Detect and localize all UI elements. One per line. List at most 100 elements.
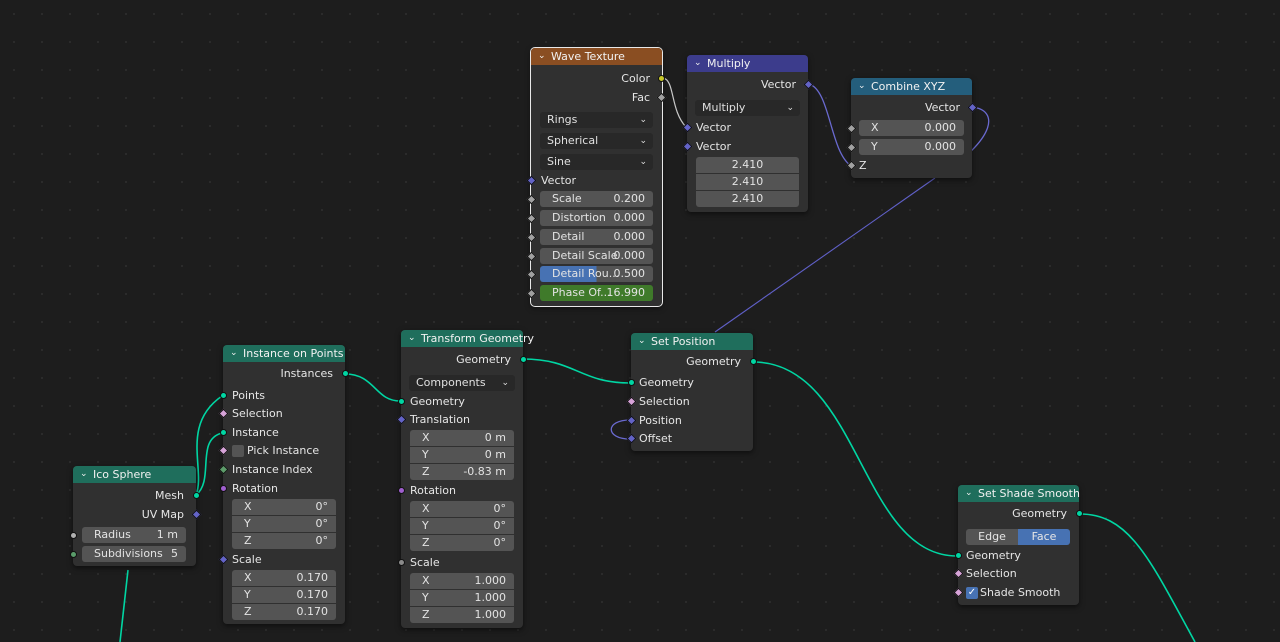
- translation-socket-icon[interactable]: [396, 414, 407, 425]
- distortion-socket-icon[interactable]: [526, 213, 537, 224]
- instance-on-points-node[interactable]: ⌄ Instance on Points Instances Points Sel…: [218, 345, 349, 624]
- selection-socket-icon[interactable]: [953, 568, 964, 579]
- rotation-y-field[interactable]: Y 0°: [410, 518, 514, 534]
- wave-type-dropdown[interactable]: Rings ⌄: [540, 112, 653, 128]
- color-socket-icon[interactable]: [656, 73, 667, 84]
- x-field[interactable]: X 0.000: [859, 120, 964, 136]
- scale-x-field[interactable]: X 1.000: [410, 573, 514, 589]
- wave-profile-dropdown[interactable]: Spherical ⌄: [540, 133, 653, 149]
- vector-y-field[interactable]: 2.410: [696, 174, 799, 190]
- rotation-x-field[interactable]: X 0°: [232, 499, 336, 515]
- translation-z-field[interactable]: Z -0.83 m: [410, 464, 514, 480]
- ico-sphere-header[interactable]: ⌄ Ico Sphere: [73, 466, 196, 483]
- radius-field[interactable]: Radius 1 m: [82, 527, 186, 543]
- geometry-in-socket-icon[interactable]: [628, 379, 635, 386]
- geometry-out-socket-icon[interactable]: [1076, 510, 1083, 517]
- instance-socket-icon[interactable]: [220, 429, 227, 436]
- detail-scale-field[interactable]: Detail Scale 0.000: [540, 248, 653, 264]
- collapse-chevron-icon[interactable]: ⌄: [538, 48, 546, 65]
- rotation-z-field[interactable]: Z 0°: [232, 533, 336, 549]
- shade-smooth-checkbox[interactable]: ✓: [966, 587, 978, 599]
- set-shade-smooth-node[interactable]: ⌄ Set Shade Smooth Geometry Edge Face Geo…: [953, 485, 1083, 605]
- vector-in-socket-icon[interactable]: [682, 122, 693, 133]
- instance-on-points-header[interactable]: ⌄ Instance on Points: [223, 345, 345, 362]
- collapse-chevron-icon[interactable]: ⌄: [408, 330, 416, 347]
- radius-socket-icon[interactable]: [70, 532, 77, 539]
- scale-z-field[interactable]: Z 0.170: [232, 604, 336, 620]
- collapse-chevron-icon[interactable]: ⌄: [638, 333, 646, 350]
- vector-z-field[interactable]: 2.410: [696, 191, 799, 207]
- collapse-chevron-icon[interactable]: ⌄: [694, 55, 702, 72]
- scale-socket-icon[interactable]: [398, 559, 405, 566]
- scale-y-field[interactable]: Y 1.000: [410, 590, 514, 606]
- multiply-node[interactable]: ⌄ Multiply Vector Multiply ⌄ Vector Vector…: [682, 55, 814, 212]
- vector-x-field[interactable]: 2.410: [696, 157, 799, 173]
- wave-shape-dropdown[interactable]: Sine ⌄: [540, 154, 653, 170]
- shade-smooth-socket-icon[interactable]: [953, 587, 964, 598]
- z-socket-icon[interactable]: [846, 160, 857, 171]
- combine-xyz-node[interactable]: ⌄ Combine XYZ Vector X 0.000 Y 0.000 Z: [846, 78, 978, 178]
- points-socket-icon[interactable]: [220, 392, 227, 399]
- detail-roughness-socket-icon[interactable]: [526, 269, 537, 280]
- rotation-y-field[interactable]: Y 0°: [232, 516, 336, 532]
- y-socket-icon[interactable]: [846, 142, 857, 153]
- geometry-in-socket-icon[interactable]: [955, 552, 962, 559]
- detail-roughness-field[interactable]: Detail Rou... 0.500: [540, 266, 653, 282]
- scale-field[interactable]: Scale 0.200: [540, 191, 653, 207]
- selection-socket-icon[interactable]: [218, 408, 229, 419]
- wave-texture-node[interactable]: ⌄ Wave Texture Color Fac Rings ⌄ Spherical…: [526, 47, 667, 307]
- set-shade-smooth-header[interactable]: ⌄ Set Shade Smooth: [958, 485, 1080, 502]
- domain-face-button[interactable]: Face: [1018, 529, 1070, 545]
- rotation-z-field[interactable]: Z 0°: [410, 535, 514, 551]
- vector-in-socket-icon[interactable]: [682, 141, 693, 152]
- rotation-x-field[interactable]: X 0°: [410, 501, 514, 517]
- geometry-out-socket-icon[interactable]: [750, 358, 757, 365]
- selection-socket-icon[interactable]: [626, 396, 637, 407]
- rotation-socket-icon[interactable]: [220, 485, 227, 492]
- geometry-in-socket-icon[interactable]: [398, 398, 405, 405]
- transform-geometry-node[interactable]: ⌄ Transform Geometry Geometry Components ⌄…: [396, 330, 534, 628]
- pick-instance-socket-icon[interactable]: [218, 445, 229, 456]
- collapse-chevron-icon[interactable]: ⌄: [230, 345, 238, 362]
- vector-socket-icon[interactable]: [526, 175, 537, 186]
- scale-socket-icon[interactable]: [218, 554, 229, 565]
- uv-map-socket-icon[interactable]: [191, 509, 202, 520]
- translation-y-field[interactable]: Y0 m: [410, 447, 514, 463]
- y-field[interactable]: Y 0.000: [859, 139, 964, 155]
- combine-xyz-header[interactable]: ⌄ Combine XYZ: [851, 78, 972, 95]
- instance-index-socket-icon[interactable]: [218, 464, 229, 475]
- scale-x-field[interactable]: X 0.170: [232, 570, 336, 586]
- collapse-chevron-icon[interactable]: ⌄: [858, 78, 866, 95]
- collapse-chevron-icon[interactable]: ⌄: [965, 485, 973, 502]
- instances-socket-icon[interactable]: [342, 370, 349, 377]
- multiply-header[interactable]: ⌄ Multiply: [687, 55, 808, 72]
- detail-scale-socket-icon[interactable]: [526, 251, 537, 262]
- mesh-socket-icon[interactable]: [193, 492, 200, 499]
- set-position-header[interactable]: ⌄ Set Position: [631, 333, 753, 350]
- set-position-node[interactable]: ⌄ Set Position Geometry Geometry Selectio…: [626, 333, 757, 451]
- transform-geometry-header[interactable]: ⌄ Transform Geometry: [401, 330, 534, 347]
- distortion-field[interactable]: Distortion 0.000: [540, 210, 653, 226]
- offset-socket-icon[interactable]: [626, 433, 637, 444]
- subdivisions-field[interactable]: Subdivisions 5: [82, 546, 186, 562]
- ico-sphere-node[interactable]: ⌄ Ico Sphere Mesh UV Map Radius 1 m Subdiv…: [70, 466, 202, 566]
- collapse-chevron-icon[interactable]: ⌄: [80, 466, 88, 483]
- phase-offset-socket-icon[interactable]: [526, 288, 537, 299]
- scale-y-field[interactable]: Y 0.170: [232, 587, 336, 603]
- mode-dropdown[interactable]: Components ⌄: [409, 375, 515, 391]
- fac-socket-icon[interactable]: [656, 92, 667, 103]
- wave-texture-header[interactable]: ⌄ Wave Texture: [531, 48, 662, 65]
- position-socket-icon[interactable]: [626, 415, 637, 426]
- geometry-out-socket-icon[interactable]: [520, 356, 527, 363]
- scale-z-field[interactable]: Z 1.000: [410, 607, 514, 623]
- detail-socket-icon[interactable]: [526, 232, 537, 243]
- rotation-socket-icon[interactable]: [398, 487, 405, 494]
- domain-edge-button[interactable]: Edge: [966, 529, 1018, 545]
- phase-offset-field[interactable]: Phase Of... 16.990: [540, 285, 653, 301]
- subdivisions-socket-icon[interactable]: [70, 551, 77, 558]
- x-socket-icon[interactable]: [846, 123, 857, 134]
- operation-dropdown[interactable]: Multiply ⌄: [695, 100, 800, 116]
- scale-socket-icon[interactable]: [526, 194, 537, 205]
- pick-instance-checkbox[interactable]: [232, 445, 244, 457]
- vector-out-socket-icon[interactable]: [967, 102, 978, 113]
